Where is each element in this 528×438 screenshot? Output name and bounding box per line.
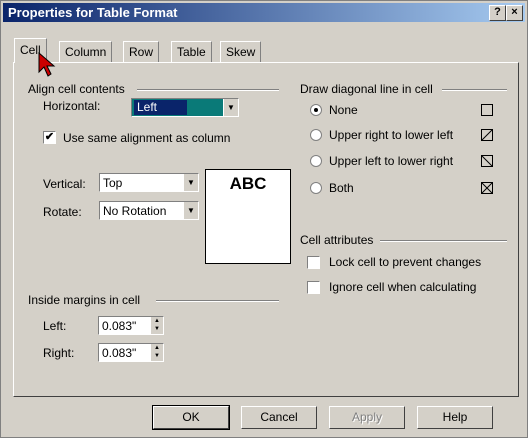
vertical-label: Vertical: [43,177,86,191]
diagonal-none-label: None [329,103,358,117]
tab-column[interactable]: Column [59,41,113,62]
chevron-down-icon[interactable]: ▼ [183,174,198,191]
help-title-button[interactable]: ? [489,5,506,21]
tab-skew[interactable]: Skew [220,41,262,62]
margins-group-divider [156,300,279,302]
diagonal-both-label: Both [329,181,354,195]
diagonal-group-divider [442,89,507,91]
cell-none-icon [481,104,493,116]
horizontal-value: Left [134,100,188,115]
tab-table[interactable]: Table [171,41,212,62]
rotate-select[interactable]: No Rotation ▼ [99,201,199,220]
preview-text: ABC [229,174,267,193]
chevron-down-icon[interactable]: ▼ [223,99,238,116]
chevron-down-icon[interactable]: ▼ [183,202,198,219]
horizontal-label: Horizontal: [43,99,101,113]
right-margin-value: 0.083" [102,346,137,360]
vertical-select[interactable]: Top ▼ [99,173,199,192]
cancel-button[interactable]: Cancel [241,406,317,429]
diagonal-ullr-label: Upper left to lower right [329,154,454,168]
diagonal-both-radio[interactable] [310,182,322,194]
ok-button[interactable]: OK [152,405,230,430]
rotate-value: No Rotation [103,204,167,218]
ignore-cell-checkbox[interactable] [307,281,320,294]
ignore-cell-label: Ignore cell when calculating [329,280,477,294]
dialog-window: Properties for Table Format ? × Cell Col… [0,0,528,438]
diagonal-urll-label: Upper right to lower left [329,128,454,142]
left-margin-spinner[interactable]: 0.083" ▲ ▼ [98,316,164,335]
apply-button[interactable]: Apply [329,406,405,429]
diagonal-ullr-radio[interactable] [310,155,322,167]
cell-diag-both-icon [481,182,493,194]
margins-group-label: Inside margins in cell [28,293,141,307]
lock-cell-label: Lock cell to prevent changes [329,255,482,269]
title-bar: Properties for Table Format ? × [3,3,525,22]
diagonal-urll-radio[interactable] [310,129,322,141]
horizontal-select[interactable]: Left ▼ [131,98,239,117]
rotate-label: Rotate: [43,205,82,219]
lock-cell-checkbox[interactable] [307,256,320,269]
window-title: Properties for Table Format [8,5,178,20]
same-alignment-label: Use same alignment as column [63,131,231,145]
left-margin-label: Left: [43,319,67,333]
diagonal-group-label: Draw diagonal line in cell [300,82,433,96]
attributes-group-label: Cell attributes [300,233,374,247]
help-button[interactable]: Help [417,406,493,429]
left-margin-value: 0.083" [102,319,137,333]
spinner-arrows-icon[interactable]: ▲ ▼ [151,344,163,361]
same-alignment-checkbox[interactable]: ✔ [43,131,56,144]
close-button[interactable]: × [506,5,523,21]
diagonal-none-radio[interactable] [310,104,322,116]
vertical-value: Top [103,176,123,190]
spinner-arrows-icon[interactable]: ▲ ▼ [151,317,163,334]
cell-diag-ullr-icon [481,155,493,167]
align-group-divider [137,89,279,91]
right-margin-label: Right: [43,346,75,360]
right-margin-spinner[interactable]: 0.083" ▲ ▼ [98,343,164,362]
tab-row[interactable]: Row [123,41,160,62]
cell-diag-urll-icon [481,129,493,141]
mouse-pointer-icon [38,52,56,77]
attributes-group-divider [380,240,507,242]
align-group-label: Align cell contents [28,82,125,96]
alignment-preview: ABC [205,169,291,264]
